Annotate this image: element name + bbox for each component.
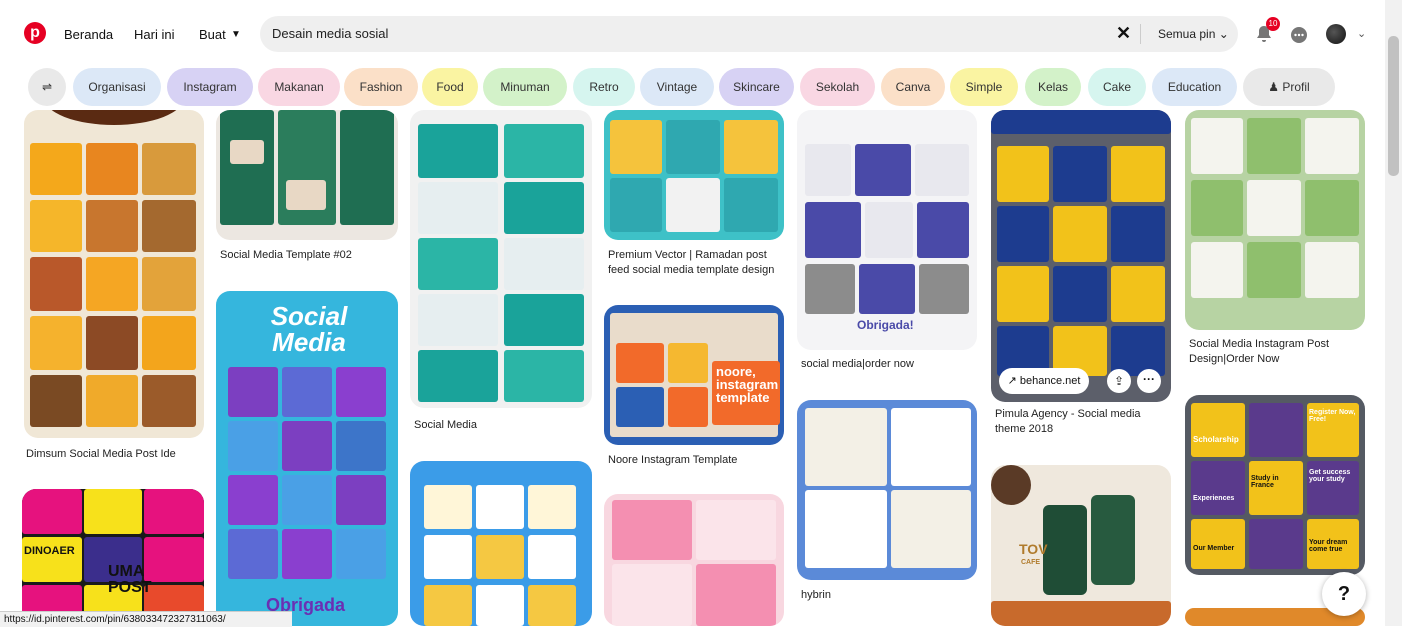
- filter-pill[interactable]: Food: [422, 68, 478, 106]
- filter-pill[interactable]: Retro: [573, 68, 635, 106]
- account-chevron-icon[interactable]: ⌄: [1357, 27, 1366, 40]
- pin-caption[interactable]: Noore Instagram Template: [608, 453, 786, 468]
- pin-card[interactable]: [1185, 110, 1365, 330]
- filter-pill[interactable]: Kelas: [1025, 68, 1081, 106]
- filter-pill-profile[interactable]: ♟ Profil: [1243, 68, 1335, 106]
- avatar[interactable]: [1326, 24, 1346, 44]
- filter-pill[interactable]: Minuman: [483, 68, 567, 106]
- chevron-down-icon[interactable]: ▼: [231, 29, 241, 40]
- top-bar: p Beranda Hari ini Buat ▼ Desain media s…: [0, 0, 1385, 68]
- pin-card[interactable]: [604, 494, 784, 626]
- pin-caption[interactable]: Pimula Agency - Social media theme 2018: [995, 407, 1171, 437]
- filter-pill[interactable]: Makanan: [258, 68, 340, 106]
- pin-image-text: Experiences: [1193, 495, 1235, 502]
- pin-image-text: Study in France: [1251, 475, 1279, 489]
- scrollbar-thumb[interactable]: [1388, 36, 1399, 176]
- pin-card[interactable]: [216, 110, 398, 240]
- pin-image-text: Your dream come true: [1309, 539, 1348, 553]
- pin-image-text: UMA POST: [108, 563, 152, 596]
- pin-card[interactable]: TOV CAFE: [991, 465, 1171, 626]
- filter-pill[interactable]: Skincare: [719, 68, 794, 106]
- nav-home[interactable]: Beranda: [64, 27, 113, 42]
- filter-pill[interactable]: Organisasi: [73, 68, 161, 106]
- scrollbar[interactable]: [1385, 0, 1402, 626]
- nav-create[interactable]: Buat: [199, 27, 226, 42]
- pin-caption[interactable]: Dimsum Social Media Post Ide: [26, 447, 204, 462]
- more-options-icon[interactable]: ···: [1137, 369, 1161, 393]
- pin-caption[interactable]: Social Media Template #02: [220, 248, 398, 263]
- nav-today[interactable]: Hari ini: [134, 27, 174, 42]
- pin-image: [44, 110, 184, 125]
- pin-card[interactable]: [24, 110, 204, 438]
- pin-card[interactable]: [410, 461, 592, 626]
- pin-image-text: Register Now, Free!: [1309, 409, 1356, 423]
- pin-image-text: Scholarship: [1193, 435, 1239, 444]
- pin-card[interactable]: Scholarship Register Now, Free! Get succ…: [1185, 395, 1365, 575]
- pin-card[interactable]: noore, instagram template: [604, 305, 784, 445]
- help-button[interactable]: ?: [1322, 572, 1366, 616]
- pin-card[interactable]: DINOAER UMA POST: [22, 489, 204, 626]
- filter-pill[interactable]: Vintage: [640, 68, 714, 106]
- pin-image-text: CAFE: [1021, 559, 1041, 566]
- pin-card[interactable]: ↗ behance.net ⇪ ···: [991, 110, 1171, 402]
- search-bar[interactable]: Desain media sosial ✕ Semua pin ⌄: [260, 16, 1238, 52]
- pin-caption[interactable]: social media|order now: [801, 357, 979, 372]
- pin-card[interactable]: [797, 400, 977, 580]
- pin-card[interactable]: [410, 110, 592, 408]
- pin-caption[interactable]: Social Media Instagram Post Design|Order…: [1189, 337, 1365, 367]
- status-url: https://id.pinterest.com/pin/63803347232…: [0, 611, 292, 627]
- filter-pill[interactable]: Fashion: [344, 68, 418, 106]
- filter-pill[interactable]: Cake: [1088, 68, 1146, 106]
- pin-caption[interactable]: hybrin: [801, 588, 979, 603]
- filter-pill[interactable]: Instagram: [167, 68, 253, 106]
- filter-pill[interactable]: Sekolah: [800, 68, 875, 106]
- pinterest-logo-icon[interactable]: p: [24, 22, 46, 44]
- notification-badge: 10: [1266, 17, 1280, 31]
- pin-image-text: Social Media: [270, 301, 348, 357]
- pin-image-text: Get success your study: [1309, 469, 1351, 483]
- filter-pill[interactable]: Canva: [881, 68, 945, 106]
- filter-pill[interactable]: Education: [1152, 68, 1237, 106]
- search-divider: [1140, 24, 1141, 44]
- share-icon[interactable]: ⇪: [1107, 369, 1131, 393]
- pin-caption[interactable]: Social Media: [414, 418, 592, 433]
- messages-icon[interactable]: [1289, 25, 1309, 45]
- pin-card[interactable]: [604, 110, 784, 240]
- pin-card[interactable]: Social Media Obrigada: [216, 291, 398, 626]
- pin-image-text: noore, instagram template: [716, 364, 779, 405]
- search-input[interactable]: Desain media sosial: [272, 26, 388, 41]
- search-scope-dropdown[interactable]: Semua pin ⌄: [1158, 27, 1229, 41]
- pin-card[interactable]: Obrigada!: [797, 110, 977, 350]
- pin-caption[interactable]: Premium Vector | Ramadan post feed socia…: [608, 248, 786, 278]
- clear-search-icon[interactable]: ✕: [1116, 23, 1131, 44]
- filter-pill[interactable]: Simple: [950, 68, 1018, 106]
- pin-image-text: DINOAER: [24, 545, 75, 557]
- source-link-button[interactable]: ↗ behance.net: [999, 368, 1089, 394]
- pin-image-text: TOV: [1019, 541, 1048, 557]
- pin-image-text: Our Member: [1193, 545, 1235, 552]
- pin-image-text: Obrigada!: [857, 318, 914, 332]
- filter-settings-icon[interactable]: ⇌: [28, 68, 66, 106]
